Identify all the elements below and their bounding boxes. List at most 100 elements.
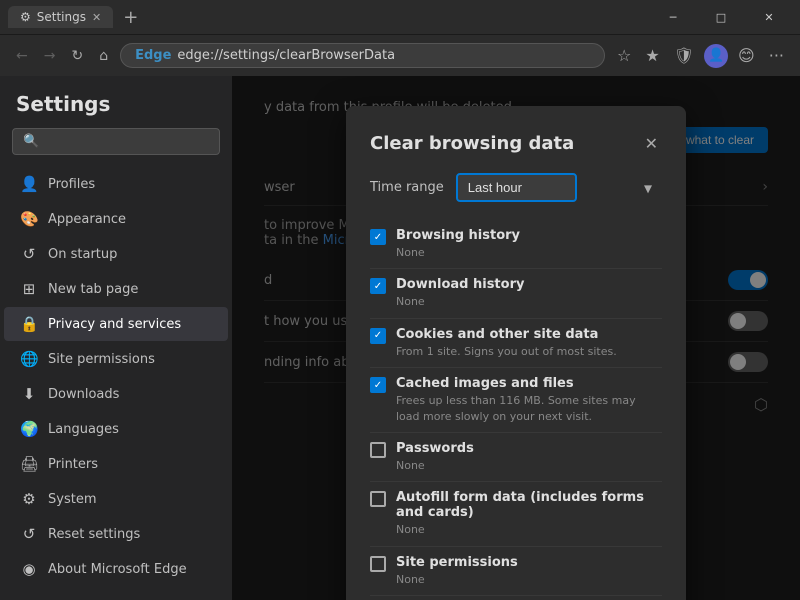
- address-bar: ← → ↻ ⌂ Edge edge://settings/clearBrowse…: [0, 34, 800, 76]
- autofill-title: Autofill form data (includes forms and c…: [396, 490, 662, 520]
- system-icon: ⚙: [20, 490, 38, 508]
- collections-icon[interactable]: ★: [641, 42, 663, 69]
- on-startup-icon: ↺: [20, 245, 38, 263]
- profiles-icon: 👤: [20, 175, 38, 193]
- site-permissions-label: Site permissions: [48, 352, 155, 367]
- clear-browsing-data-dialog: Clear browsing data ✕ Time range Last ho…: [346, 106, 686, 600]
- checkbox-passwords-input[interactable]: [370, 442, 386, 458]
- checkbox-autofill-input[interactable]: [370, 491, 386, 507]
- time-range-select[interactable]: Last hour Last 24 hours Last 7 days Last…: [456, 173, 577, 202]
- sidebar-item-reset[interactable]: ↺ Reset settings: [4, 517, 228, 551]
- checkbox-browsing-history-input[interactable]: [370, 229, 386, 245]
- reset-label: Reset settings: [48, 527, 140, 542]
- address-input[interactable]: Edge edge://settings/clearBrowserData: [120, 43, 605, 68]
- tab-favicon: ⚙: [20, 10, 31, 24]
- checkbox-site-permissions: Site permissions None: [370, 547, 662, 596]
- sidebar-item-on-startup[interactable]: ↺ On startup: [4, 237, 228, 271]
- sidebar-item-profiles[interactable]: 👤 Profiles: [4, 167, 228, 201]
- minimize-button[interactable]: ─: [650, 2, 696, 32]
- sidebar-item-downloads[interactable]: ⬇ Downloads: [4, 377, 228, 411]
- favorites-icon[interactable]: ☆: [613, 42, 635, 69]
- downloads-icon: ⬇: [20, 385, 38, 403]
- checkbox-cookies: Cookies and other site data From 1 site.…: [370, 319, 662, 368]
- profile-icon[interactable]: 👤: [704, 44, 728, 68]
- edge-logo-icon: Edge: [135, 48, 171, 63]
- time-range-row: Time range Last hour Last 24 hours Last …: [370, 173, 662, 202]
- emoji-icon[interactable]: 😊: [734, 42, 759, 69]
- sidebar-item-about[interactable]: ◉ About Microsoft Edge: [4, 552, 228, 586]
- about-icon: ◉: [20, 560, 38, 578]
- back-button[interactable]: ←: [12, 44, 32, 68]
- url-text: edge://settings/clearBrowserData: [177, 48, 395, 63]
- checkbox-cached-input[interactable]: [370, 377, 386, 393]
- checkbox-list: Browsing history None Download history N…: [370, 220, 662, 600]
- checkbox-passwords: Passwords None: [370, 433, 662, 482]
- sidebar-item-new-tab-page[interactable]: ⊞ New tab page: [4, 272, 228, 306]
- settings-tab[interactable]: ⚙ Settings ✕: [8, 6, 113, 28]
- autofill-content: Autofill form data (includes forms and c…: [396, 490, 662, 537]
- languages-label: Languages: [48, 422, 119, 437]
- privacy-label: Privacy and services: [48, 317, 181, 332]
- passwords-desc: None: [396, 458, 474, 473]
- tab-label: Settings: [37, 10, 86, 24]
- main-layout: Settings 🔍 👤 Profiles 🎨 Appearance ↺ On …: [0, 76, 800, 600]
- site-permissions-desc: None: [396, 572, 518, 587]
- checkbox-browsing-history: Browsing history None: [370, 220, 662, 269]
- on-startup-label: On startup: [48, 247, 117, 262]
- sidebar: Settings 🔍 👤 Profiles 🎨 Appearance ↺ On …: [0, 76, 232, 600]
- sidebar-item-languages[interactable]: 🌍 Languages: [4, 412, 228, 446]
- autofill-desc: None: [396, 522, 662, 537]
- new-tab-page-label: New tab page: [48, 282, 138, 297]
- modal-overlay: Clear browsing data ✕ Time range Last ho…: [232, 76, 800, 600]
- dialog-header: Clear browsing data ✕: [370, 130, 662, 157]
- sidebar-item-site-permissions[interactable]: 🌐 Site permissions: [4, 342, 228, 376]
- privacy-icon: 🔒: [20, 315, 38, 333]
- cached-desc: Frees up less than 116 MB. Some sites ma…: [396, 393, 662, 424]
- close-button[interactable]: ✕: [746, 2, 792, 32]
- site-permissions-title: Site permissions: [396, 555, 518, 570]
- title-bar: ⚙ Settings ✕ + ─ □ ✕: [0, 0, 800, 34]
- download-history-title: Download history: [396, 277, 524, 292]
- download-history-content: Download history None: [396, 277, 524, 309]
- toolbar-icons: ☆ ★ 🛡 👤 😊 ···: [613, 42, 788, 69]
- profiles-label: Profiles: [48, 177, 95, 192]
- checkbox-download-history-input[interactable]: [370, 278, 386, 294]
- forward-button[interactable]: →: [40, 44, 60, 68]
- browser-essentials-icon[interactable]: 🛡: [670, 42, 698, 69]
- passwords-content: Passwords None: [396, 441, 474, 473]
- cookies-desc: From 1 site. Signs you out of most sites…: [396, 344, 617, 359]
- sidebar-item-system[interactable]: ⚙ System: [4, 482, 228, 516]
- site-permissions-icon: 🌐: [20, 350, 38, 368]
- checkbox-cookies-input[interactable]: [370, 328, 386, 344]
- sidebar-search[interactable]: 🔍: [12, 128, 220, 155]
- checkbox-site-permissions-input[interactable]: [370, 556, 386, 572]
- home-button[interactable]: ⌂: [95, 44, 112, 68]
- close-tab-button[interactable]: ✕: [92, 11, 101, 24]
- content-area: y data from this profile will be deleted…: [232, 76, 800, 600]
- checkbox-download-history: Download history None: [370, 269, 662, 318]
- browsing-history-desc: None: [396, 245, 520, 260]
- checkbox-hosted-app-data: Hosted app data 2 apps: Microsoft Store,…: [370, 596, 662, 600]
- refresh-button[interactable]: ↻: [67, 44, 87, 68]
- cached-title: Cached images and files: [396, 376, 662, 391]
- sidebar-item-printers[interactable]: 🖨 Printers: [4, 447, 228, 481]
- browsing-history-content: Browsing history None: [396, 228, 520, 260]
- sidebar-item-appearance[interactable]: 🎨 Appearance: [4, 202, 228, 236]
- new-tab-button[interactable]: +: [117, 7, 144, 28]
- sidebar-title: Settings: [0, 92, 232, 128]
- appearance-label: Appearance: [48, 212, 126, 227]
- search-icon: 🔍: [23, 134, 39, 149]
- sidebar-item-privacy[interactable]: 🔒 Privacy and services: [4, 307, 228, 341]
- printers-label: Printers: [48, 457, 98, 472]
- site-permissions-content: Site permissions None: [396, 555, 518, 587]
- appearance-icon: 🎨: [20, 210, 38, 228]
- downloads-label: Downloads: [48, 387, 119, 402]
- about-label: About Microsoft Edge: [48, 562, 187, 577]
- languages-icon: 🌍: [20, 420, 38, 438]
- time-range-label: Time range: [370, 180, 444, 195]
- window-controls: ─ □ ✕: [650, 2, 792, 32]
- passwords-title: Passwords: [396, 441, 474, 456]
- dialog-close-button[interactable]: ✕: [641, 130, 662, 157]
- more-tools-icon[interactable]: ···: [765, 42, 788, 69]
- maximize-button[interactable]: □: [698, 2, 744, 32]
